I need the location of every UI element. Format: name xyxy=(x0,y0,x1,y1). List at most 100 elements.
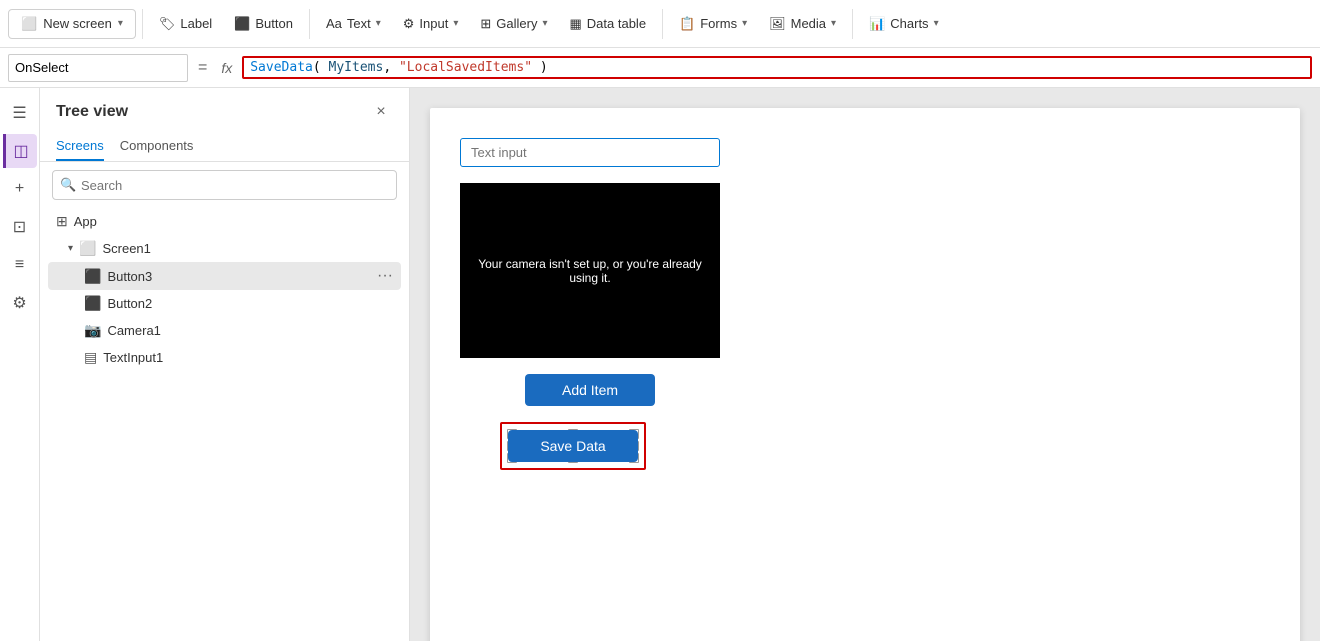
toolbar-divider-4 xyxy=(852,9,853,39)
sidebar-icons: ☰ ◫ + ⊡ ≡ ⚙ xyxy=(0,88,40,641)
app-label: App xyxy=(74,214,393,229)
button3-more-icon[interactable]: ··· xyxy=(377,267,393,285)
data-table-icon: ▦ xyxy=(569,16,581,32)
add-item-label: Add Item xyxy=(562,382,618,398)
tree-close-button[interactable]: × xyxy=(369,100,393,124)
menu-icon: ☰ xyxy=(12,103,26,123)
formula-string: "LocalSavedItems" xyxy=(399,60,532,75)
save-data-button[interactable]: Save Data xyxy=(508,430,638,462)
property-selector[interactable]: OnSelect xyxy=(8,54,188,82)
button-tool[interactable]: ⬛ Button xyxy=(224,10,303,38)
variable-icon-button[interactable]: ≡ xyxy=(3,248,37,282)
canvas-text-input[interactable] xyxy=(460,138,720,167)
search-icon: 🔍 xyxy=(60,177,76,193)
screen1-chevron-icon: ▾ xyxy=(68,243,73,254)
media-tool-label: Media xyxy=(791,16,826,31)
label-tool[interactable]: 🏷 Label xyxy=(149,10,222,38)
forms-tool[interactable]: 📋 Forms ▾ xyxy=(669,10,757,38)
main-layout: ☰ ◫ + ⊡ ≡ ⚙ Tree view × Screens Componen… xyxy=(0,88,1320,641)
new-screen-button[interactable]: ⬜ New screen ▾ xyxy=(8,9,136,39)
search-input[interactable] xyxy=(52,170,397,200)
toolbar-divider-3 xyxy=(662,9,663,39)
canvas-camera: Your camera isn't set up, or you're alre… xyxy=(460,183,720,358)
formula-variable: MyItems xyxy=(329,60,384,75)
button3-label: Button3 xyxy=(107,269,371,284)
tree-item-camera1[interactable]: 📷 Camera1 xyxy=(48,317,401,344)
gallery-tool[interactable]: ⊞ Gallery ▾ xyxy=(470,10,557,38)
text-tool[interactable]: Aa Text ▾ xyxy=(316,10,391,37)
tree-tabs: Screens Components xyxy=(40,132,409,162)
save-data-selected-wrapper: Save Data xyxy=(500,422,646,470)
input-chevron-icon: ▾ xyxy=(453,18,458,29)
input-tool[interactable]: ⚙ Input ▾ xyxy=(393,10,469,38)
input-tool-label: Input xyxy=(419,16,448,31)
tree-item-textinput1[interactable]: ▤ TextInput1 xyxy=(48,344,401,371)
media-tool-icon: 🖼 xyxy=(769,16,786,32)
tree-item-app[interactable]: ⊞ App xyxy=(48,208,401,235)
chevron-down-icon: ▾ xyxy=(118,18,123,29)
tree-item-screen1[interactable]: ▾ ⬜ Screen1 xyxy=(48,235,401,262)
main-toolbar: ⬜ New screen ▾ 🏷 Label ⬛ Button Aa Text … xyxy=(0,0,1320,48)
data-icon: ⊡ xyxy=(13,217,26,237)
text-tool-icon: Aa xyxy=(326,16,342,31)
screen1-label: Screen1 xyxy=(102,241,393,256)
add-icon: + xyxy=(15,180,24,198)
formula-display: SaveData( MyItems, "LocalSavedItems" ) xyxy=(250,60,547,75)
formula-bar: OnSelect = fx SaveData( MyItems, "LocalS… xyxy=(0,48,1320,88)
monitor-icon: ⬜ xyxy=(21,16,37,32)
formula-function: SaveData xyxy=(250,60,313,75)
screen-icon: ⬜ xyxy=(79,240,96,257)
add-icon-button[interactable]: + xyxy=(3,172,37,206)
settings-icon: ⚙ xyxy=(12,293,26,313)
forms-chevron-icon: ▾ xyxy=(742,18,747,29)
menu-icon-button[interactable]: ☰ xyxy=(3,96,37,130)
button2-label: Button2 xyxy=(107,296,393,311)
formula-paren-close: ) xyxy=(540,60,548,75)
fx-label: fx xyxy=(217,60,236,76)
new-screen-label: New screen xyxy=(43,16,112,31)
tree-item-button2[interactable]: ⬛ Button2 xyxy=(48,290,401,317)
gallery-chevron-icon: ▾ xyxy=(542,18,547,29)
camera-message: Your camera isn't set up, or you're alre… xyxy=(470,257,710,285)
tab-screens[interactable]: Screens xyxy=(56,132,104,161)
charts-tool-icon: 📊 xyxy=(869,16,885,32)
equals-sign: = xyxy=(194,59,211,77)
data-table-label: Data table xyxy=(587,16,646,31)
formula-input-wrapper: SaveData( MyItems, "LocalSavedItems" ) xyxy=(242,56,1312,79)
text-chevron-icon: ▾ xyxy=(376,18,381,29)
tree-search-container: 🔍 xyxy=(52,170,397,200)
textinput-icon: ▤ xyxy=(84,349,97,366)
textinput1-label: TextInput1 xyxy=(103,350,393,365)
charts-chevron-icon: ▾ xyxy=(934,18,939,29)
layers-icon: ◫ xyxy=(13,141,28,161)
settings-icon-button[interactable]: ⚙ xyxy=(3,286,37,320)
tree-panel: Tree view × Screens Components 🔍 ⊞ App ▾… xyxy=(40,88,410,641)
charts-tool[interactable]: 📊 Charts ▾ xyxy=(859,10,949,38)
tree-item-button3[interactable]: ⬛ Button3 ··· xyxy=(48,262,401,290)
add-item-button[interactable]: Add Item xyxy=(525,374,655,406)
button-tool-icon: ⬛ xyxy=(234,16,250,32)
tree-title: Tree view xyxy=(56,103,128,121)
tree-header: Tree view × xyxy=(40,88,409,132)
toolbar-divider-2 xyxy=(309,9,310,39)
variable-icon: ≡ xyxy=(15,256,24,274)
input-tool-icon: ⚙ xyxy=(403,16,415,32)
forms-tool-label: Forms xyxy=(700,16,737,31)
data-table-tool[interactable]: ▦ Data table xyxy=(559,10,656,38)
formula-space xyxy=(321,60,329,75)
button3-icon: ⬛ xyxy=(84,268,101,285)
gallery-tool-icon: ⊞ xyxy=(480,16,491,32)
media-tool[interactable]: 🖼 Media ▾ xyxy=(759,10,846,38)
camera1-label: Camera1 xyxy=(107,323,393,338)
gallery-tool-label: Gallery xyxy=(496,16,537,31)
tab-components[interactable]: Components xyxy=(120,132,194,161)
button-tool-label: Button xyxy=(255,16,293,31)
text-tool-label: Text xyxy=(347,16,371,31)
formula-comma: , xyxy=(383,60,399,75)
data-icon-button[interactable]: ⊡ xyxy=(3,210,37,244)
layers-icon-button[interactable]: ◫ xyxy=(3,134,37,168)
save-data-label: Save Data xyxy=(540,438,605,454)
label-tool-label: Label xyxy=(180,16,212,31)
label-tool-icon: 🏷 xyxy=(159,16,176,32)
save-data-handles-container: Save Data xyxy=(508,430,638,462)
